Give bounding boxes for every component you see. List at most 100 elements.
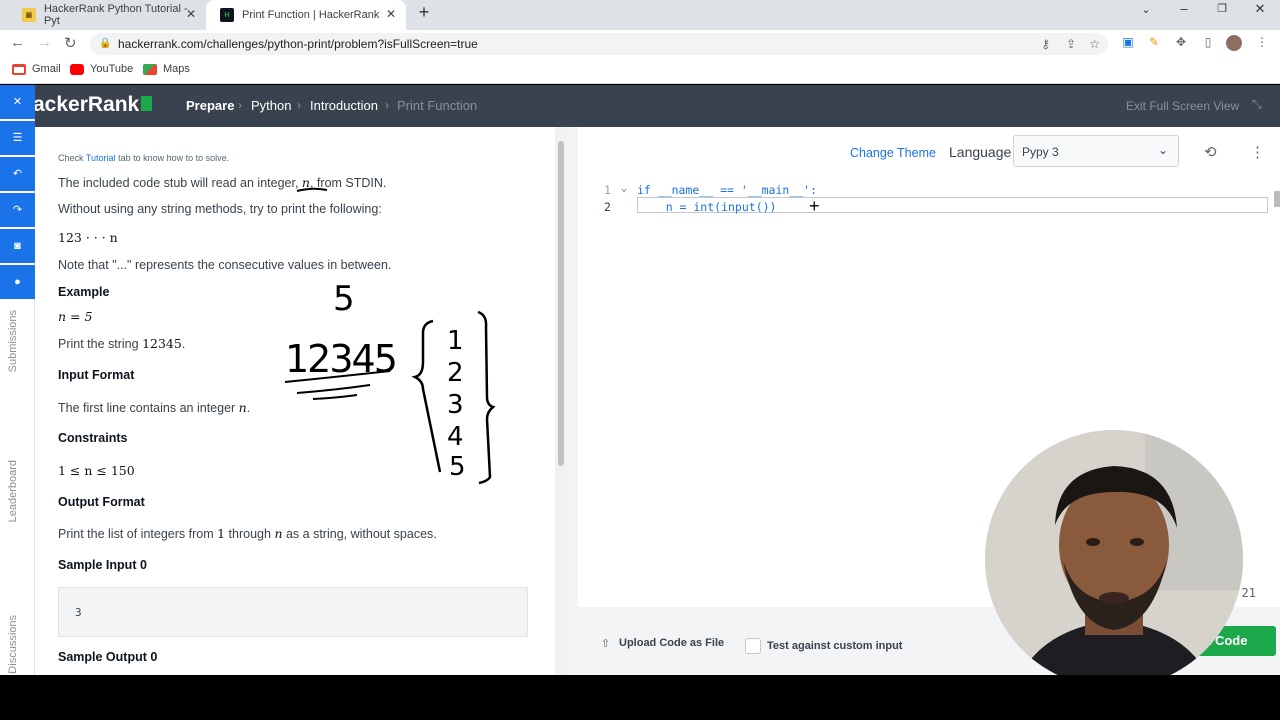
video-letterbox-bar xyxy=(0,675,1280,720)
underline-stroke xyxy=(312,394,358,400)
exit-fullscreen-link[interactable]: Exit Full Screen View xyxy=(1126,99,1239,113)
upload-icon[interactable]: ⇧ xyxy=(601,637,610,650)
youtube-icon xyxy=(70,63,84,75)
bookmark-youtube[interactable]: YouTube xyxy=(70,63,133,75)
scrollbar-thumb[interactable] xyxy=(558,141,564,466)
hackerrank-logo[interactable]: ackerRank xyxy=(33,93,153,117)
close-icon[interactable]: ✕ xyxy=(186,7,196,21)
custom-input-checkbox[interactable] xyxy=(745,638,761,654)
sidepanel-icon[interactable]: ▯ xyxy=(1200,35,1216,51)
underline-stroke xyxy=(296,187,328,192)
line-number: 1 xyxy=(604,183,611,197)
handwritten-list-item: 3 xyxy=(447,390,464,420)
maximize-icon[interactable]: ❐ xyxy=(1202,1,1242,21)
handwriting-overlay: 5 12345 1 2 3 4 5 xyxy=(284,187,496,485)
new-tab-icon[interactable]: + xyxy=(404,3,444,24)
language-select[interactable]: Pypy 3 ⌄ xyxy=(1013,135,1179,167)
editor-scroll-marker[interactable] xyxy=(1274,191,1280,207)
tab-search-icon[interactable]: ⌄ xyxy=(1126,2,1166,22)
chevron-right-icon: › xyxy=(297,98,301,112)
profile-avatar-icon[interactable] xyxy=(1226,35,1242,51)
handwritten-list-item: 5 xyxy=(449,452,466,482)
fold-chevron-icon[interactable]: ⌄ xyxy=(621,183,627,194)
more-options-icon[interactable]: ⋮ xyxy=(1250,143,1265,161)
language-value: Pypy 3 xyxy=(1022,145,1059,159)
editor-header: Change Theme Language Pypy 3 ⌄ ⟲ ⋮ xyxy=(578,129,1280,177)
gmail-icon xyxy=(12,63,26,75)
hackerrank-nav: ackerRank Prepare › Python › Introductio… xyxy=(0,85,1280,127)
custom-input-label: Test against custom input xyxy=(767,640,903,652)
history-icon[interactable]: ⟲ xyxy=(1204,143,1217,161)
tab-title: Print Function | HackerRank xyxy=(242,9,380,21)
star-icon[interactable]: ☆ xyxy=(1089,33,1100,55)
url-bar[interactable]: 🔒 hackerrank.com/challenges/python-print… xyxy=(90,33,1108,55)
logo-block-icon xyxy=(141,96,153,111)
chevron-right-icon: › xyxy=(385,98,389,112)
reload-icon[interactable]: ↻ xyxy=(64,34,77,52)
code-lines: 1 ⌄ if __name__ == '__main__': 2 n = int… xyxy=(578,183,1268,217)
key-icon[interactable]: ⚷ xyxy=(1041,33,1050,55)
submissions-tab[interactable]: Submissions xyxy=(7,310,19,372)
address-toolbar: ← → ↻ 🔒 hackerrank.com/challenges/python… xyxy=(0,30,1280,58)
bookmark-maps[interactable]: Maps xyxy=(143,63,190,75)
logo-text: ackerRank xyxy=(33,93,140,116)
close-icon[interactable]: ✕ xyxy=(0,85,35,119)
code-line-2: n = int(input()) xyxy=(638,200,777,214)
tool-sidebar: ✕ ☰ ↶ ↷ ◙ ● Submissions Leaderboard Disc… xyxy=(0,85,35,675)
handwritten-list-item: 4 xyxy=(447,422,464,452)
puzzle-icon[interactable]: ✥ xyxy=(1173,35,1189,51)
bookmark-gmail[interactable]: Gmail xyxy=(12,63,61,75)
redo-icon[interactable]: ↷ xyxy=(0,193,35,227)
forward-icon[interactable]: → xyxy=(37,34,52,51)
breadcrumb-current: Print Function xyxy=(397,98,478,113)
bookmark-label: Gmail xyxy=(32,63,61,75)
left-brace-stroke xyxy=(411,319,442,473)
breadcrumb-python[interactable]: Python xyxy=(251,98,291,113)
presenter-video xyxy=(985,430,1243,688)
chevron-right-icon: › xyxy=(238,98,242,112)
underline-stroke xyxy=(296,384,371,394)
handwritten-list-item: 2 xyxy=(447,358,464,388)
change-theme-link[interactable]: Change Theme xyxy=(850,146,936,160)
problem-scrollbar[interactable] xyxy=(555,127,567,675)
back-icon[interactable]: ← xyxy=(10,34,25,51)
pen-extension-icon[interactable]: ✎ xyxy=(1146,35,1162,51)
chat-icon[interactable]: ● xyxy=(0,265,35,299)
handwritten-list-item: 1 xyxy=(447,326,464,356)
url-text: hackerrank.com/challenges/python-print/p… xyxy=(118,37,478,51)
share-icon[interactable]: ⇪ xyxy=(1066,33,1076,55)
browser-tab-bar: ▣ HackerRank Python Tutorial - Pyt ✕ H P… xyxy=(0,0,1280,30)
text-cursor-icon: + xyxy=(809,196,820,216)
upload-code-link[interactable]: Upload Code as File xyxy=(619,637,724,649)
collapse-icon[interactable]: ⤡ xyxy=(1252,97,1262,112)
close-icon[interactable]: ✕ xyxy=(386,7,396,21)
browser-tab-active[interactable]: H Print Function | HackerRank ✕ xyxy=(206,0,406,30)
problem-panel: Check Tutorial tab to know how to to sol… xyxy=(35,127,567,675)
line-number: 2 xyxy=(604,200,611,214)
bookmark-label: Maps xyxy=(163,63,190,75)
settings-sliders-icon[interactable]: ☰ xyxy=(0,121,35,155)
code-line-1: if __name__ == '__main__': xyxy=(637,183,818,197)
lock-icon: 🔒 xyxy=(99,38,112,49)
extension-icon[interactable]: ▣ xyxy=(1120,35,1136,51)
leaderboard-tab[interactable]: Leaderboard xyxy=(7,460,19,522)
bookmark-label: YouTube xyxy=(90,63,134,75)
breadcrumb-introduction[interactable]: Introduction xyxy=(310,98,378,113)
undo-icon[interactable]: ↶ xyxy=(0,157,35,191)
tab-title: HackerRank Python Tutorial - Pyt xyxy=(43,3,188,27)
discussions-tab[interactable]: Discussions xyxy=(7,615,19,674)
minimize-icon[interactable]: – xyxy=(1164,1,1204,21)
maps-icon xyxy=(143,63,157,75)
hackerrank-favicon-icon: H xyxy=(220,8,234,22)
window-close-icon[interactable]: ✕ xyxy=(1240,1,1280,21)
browser-tab[interactable]: ▣ HackerRank Python Tutorial - Pyt ✕ xyxy=(8,0,206,30)
handwritten-five: 5 xyxy=(333,279,355,319)
handwritten-digits: 12345 xyxy=(285,337,396,381)
camera-icon[interactable]: ◙ xyxy=(0,229,35,263)
menu-kebab-icon[interactable]: ⋮ xyxy=(1254,35,1270,51)
bookmarks-bar: Gmail YouTube Maps xyxy=(0,58,1280,84)
webcam-overlay xyxy=(985,430,1243,688)
language-label: Language xyxy=(949,144,1012,160)
chevron-down-icon: ⌄ xyxy=(1157,143,1168,157)
breadcrumb-prepare[interactable]: Prepare xyxy=(186,98,234,113)
